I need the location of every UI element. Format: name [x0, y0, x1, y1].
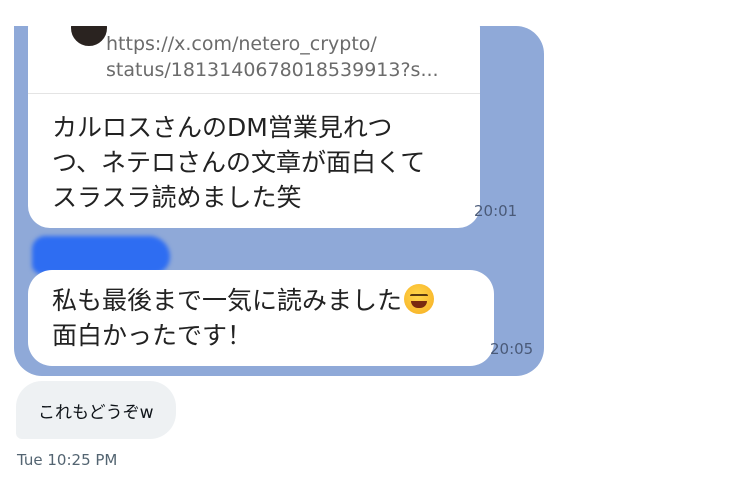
dm-message-bubble[interactable]: これもどうぞw: [16, 381, 176, 439]
reply-line-2: 面白かったです！: [52, 321, 253, 350]
shared-screenshot[interactable]: https://x.com/netero_crypto/ status/1813…: [14, 26, 544, 376]
link-preview-bubble[interactable]: https://x.com/netero_crypto/ status/1813…: [28, 26, 480, 228]
reply-bubble: 私も最後まで一気に読みました 面白かったです！: [28, 270, 494, 366]
dm-conversation: https://x.com/netero_crypto/ status/1813…: [0, 0, 754, 487]
link-url: https://x.com/netero_crypto/ status/1813…: [106, 33, 439, 81]
dm-timestamp: Tue 10:25 PM: [17, 451, 118, 469]
reply-line-1: 私も最後まで一気に読みました: [52, 286, 403, 315]
message-time: 20:01: [474, 202, 518, 220]
divider: [28, 93, 480, 94]
reply-text: 私も最後まで一気に読みました 面白かったです！: [52, 283, 472, 353]
reply-time: 20:05: [490, 340, 534, 358]
message-text: カルロスさんのDM営業見れつ つ、ネテロさんの文章が面白くて スラスラ読めました…: [52, 113, 426, 212]
dm-message-text: これもどうぞw: [38, 402, 154, 423]
redacted-name: [32, 236, 170, 274]
grinning-squinting-face-icon: [404, 284, 435, 314]
